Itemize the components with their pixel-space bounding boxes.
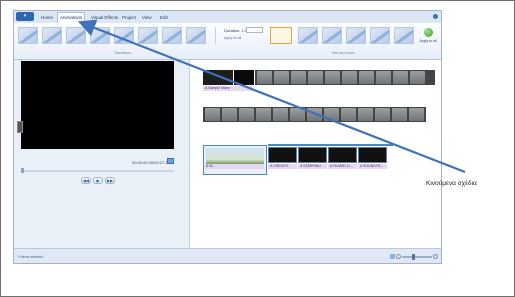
arrow-line bbox=[77, 19, 466, 174]
annotation-label: Κινούμενα σχέδια bbox=[426, 180, 477, 187]
annotation-arrow bbox=[77, 19, 466, 174]
